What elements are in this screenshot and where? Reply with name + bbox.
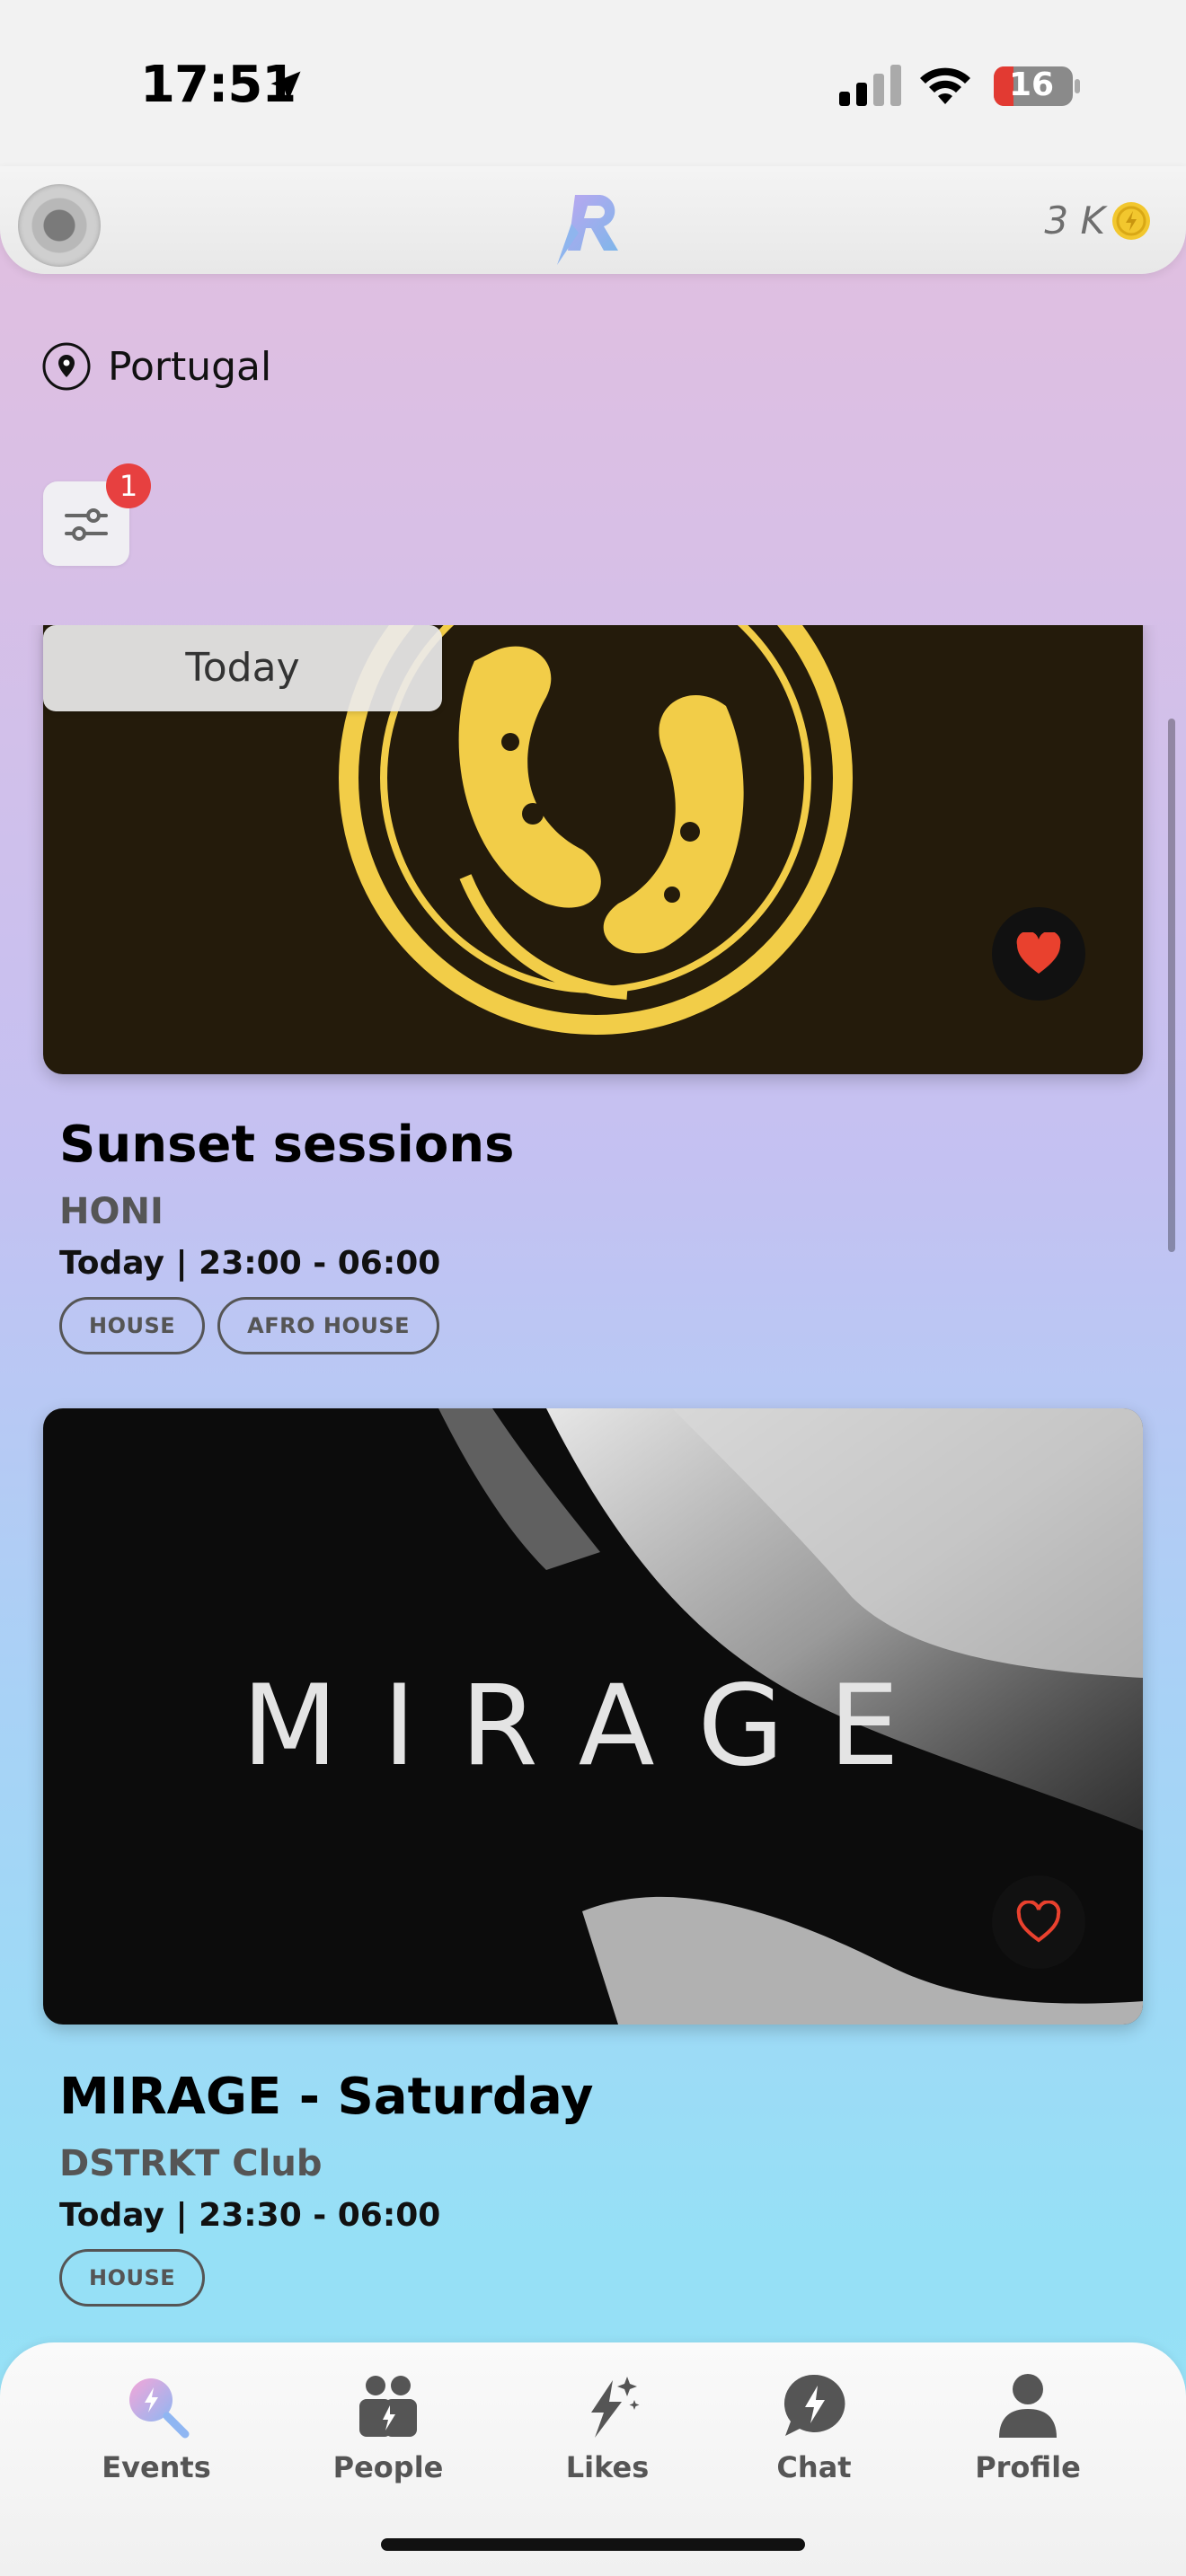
- event-time: Today | 23:30 - 06:00: [59, 2197, 441, 2234]
- event-time: Today | 23:00 - 06:00: [59, 1245, 441, 1282]
- tab-label: Profile: [975, 2450, 1081, 2484]
- location-arrow-icon: [270, 71, 301, 101]
- status-bar: 17:51 16: [0, 0, 1186, 166]
- filter-sliders-icon: [65, 508, 108, 541]
- tab-people[interactable]: People: [307, 2369, 469, 2484]
- people-icon: [359, 2376, 417, 2437]
- menu-avatar-button[interactable]: [18, 184, 101, 267]
- tab-likes[interactable]: Likes: [527, 2369, 688, 2484]
- tab-profile[interactable]: Profile: [947, 2369, 1109, 2484]
- genre-tag: AFRO HOUSE: [217, 1297, 440, 1354]
- home-indicator: [381, 2538, 805, 2551]
- heart-outline-icon: [1016, 1901, 1061, 1943]
- event-tags: HOUSE AFRO HOUSE: [59, 1297, 440, 1354]
- event-title[interactable]: Sunset sessions: [59, 1116, 515, 1174]
- app-logo: [557, 195, 618, 265]
- poster-title-text: MIRAGE: [242, 1662, 944, 1791]
- filter-count-badge: 1: [106, 463, 151, 508]
- chat-bubble-icon: [783, 2374, 845, 2436]
- coin-balance[interactable]: 3 K: [1044, 198, 1152, 243]
- tab-chat[interactable]: Chat: [733, 2369, 895, 2484]
- date-section-chip[interactable]: Today: [43, 625, 442, 711]
- event-title[interactable]: MIRAGE - Saturday: [59, 2068, 594, 2126]
- mirage-poster-art: MIRAGE: [242, 1408, 1143, 2025]
- event-venue: DSTRKT Club: [59, 2143, 323, 2184]
- favorite-button[interactable]: [992, 1875, 1085, 1969]
- battery-level: 16: [1008, 66, 1055, 103]
- event-venue: HONI: [59, 1191, 164, 1232]
- tab-label: Likes: [565, 2450, 650, 2484]
- events-search-icon: [129, 2378, 190, 2439]
- scrollbar[interactable]: [1168, 719, 1175, 1252]
- tab-label: People: [332, 2450, 444, 2484]
- location-label: Portugal: [108, 343, 272, 390]
- tab-label: Events: [102, 2450, 211, 2484]
- likes-sparkle-icon: [591, 2377, 640, 2438]
- coin-icon: [1112, 201, 1150, 240]
- tab-events[interactable]: Events: [75, 2369, 237, 2484]
- genre-tag: HOUSE: [59, 1297, 206, 1354]
- profile-icon: [999, 2374, 1057, 2438]
- tab-label: Chat: [776, 2450, 852, 2484]
- genre-tag: HOUSE: [59, 2249, 206, 2307]
- heart-filled-icon: [1016, 932, 1061, 974]
- cellular-signal-icon: [839, 65, 901, 106]
- events-feed[interactable]: Today Sunset sessions HONI Today | 23:00…: [0, 625, 1186, 2344]
- location-selector[interactable]: Portugal: [41, 341, 271, 392]
- app-header: 3 K: [0, 166, 1186, 274]
- event-poster[interactable]: MIRAGE: [43, 1408, 1143, 2025]
- coin-balance-text: 3 K: [1044, 198, 1105, 243]
- location-pin-icon: [42, 342, 91, 391]
- favorite-button[interactable]: [992, 907, 1085, 1001]
- wifi-icon: [920, 67, 970, 104]
- event-tags: HOUSE: [59, 2249, 206, 2307]
